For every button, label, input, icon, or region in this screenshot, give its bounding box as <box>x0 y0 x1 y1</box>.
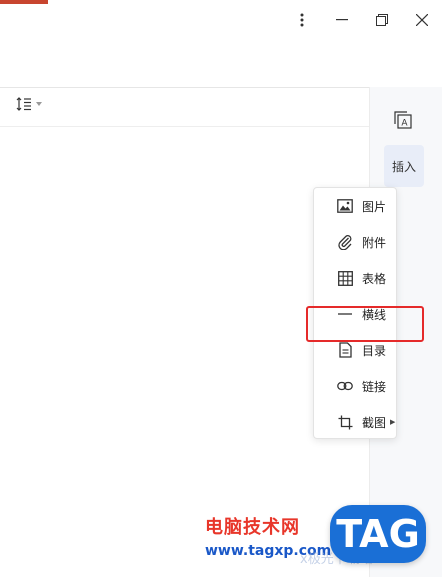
table-icon <box>336 269 354 287</box>
paperclip-icon <box>336 233 354 251</box>
menu-item-attachment[interactable]: 附件 <box>314 224 396 260</box>
insert-tab-label: 插入 <box>391 159 416 174</box>
minimize-icon[interactable] <box>328 8 356 32</box>
link-icon <box>336 377 354 395</box>
menu-item-label: 链接 <box>362 379 387 394</box>
image-icon <box>336 197 354 215</box>
watermark-tag-badge: TAG <box>330 505 426 563</box>
menu-item-label: 截图 <box>362 415 387 430</box>
crop-icon <box>336 413 354 431</box>
menu-item-label: 附件 <box>362 235 387 250</box>
document-icon <box>336 341 354 359</box>
menu-item-image[interactable]: 图片 <box>314 188 396 224</box>
submenu-arrow-icon: ▶ <box>390 418 396 426</box>
menu-item-screenshot[interactable]: 截图 ▶ <box>314 404 396 440</box>
more-vertical-icon[interactable] <box>288 8 316 32</box>
menu-item-table[interactable]: 表格 <box>314 260 396 296</box>
svg-text:A: A <box>401 119 408 129</box>
insert-tab[interactable]: 插入 <box>384 145 424 187</box>
line-spacing-icon <box>16 97 31 111</box>
chevron-down-icon <box>36 102 42 106</box>
menu-item-link[interactable]: 链接 <box>314 368 396 404</box>
restore-icon[interactable] <box>368 8 396 32</box>
watermark-site-name: 电脑技术网 <box>205 517 300 538</box>
highlight-annotation <box>306 306 424 342</box>
menu-item-label: 目录 <box>362 343 387 358</box>
menu-item-label: 表格 <box>362 271 387 286</box>
text-box-icon[interactable]: A <box>394 111 412 133</box>
menu-item-label: 图片 <box>362 199 387 214</box>
toolbar-divider <box>0 87 370 88</box>
editor-divider <box>0 126 370 127</box>
top-accent-bar <box>0 0 48 4</box>
line-spacing-dropdown[interactable] <box>16 96 43 112</box>
close-icon[interactable] <box>408 8 436 32</box>
